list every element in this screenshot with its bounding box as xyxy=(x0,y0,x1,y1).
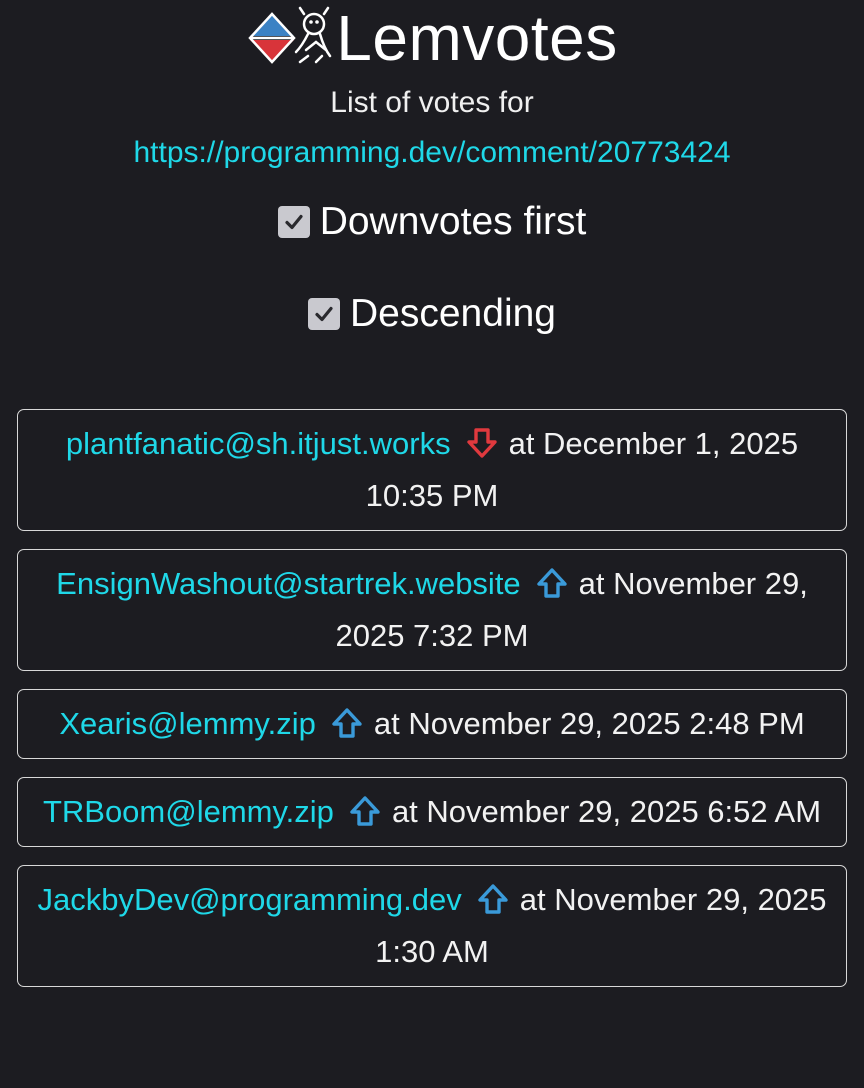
vote-timestamp: at November 29, 2025 2:48 PM xyxy=(373,706,805,741)
vote-item: plantfanatic@sh.itjust.works at December … xyxy=(17,409,847,531)
downvotes-first-label: Downvotes first xyxy=(319,200,587,243)
vote-user-link[interactable]: JackbyDev@programming.dev xyxy=(37,882,461,917)
descending-checkbox[interactable] xyxy=(308,298,341,330)
vote-user-link[interactable]: plantfanatic@sh.itjust.works xyxy=(66,426,451,461)
page-subtitle: List of votes for https://programming.de… xyxy=(110,78,754,178)
vote-list: plantfanatic@sh.itjust.works at December … xyxy=(17,409,847,1005)
upvote-arrow-icon xyxy=(332,708,362,738)
comment-link[interactable]: https://programming.dev/comment/20773424 xyxy=(134,136,731,169)
vote-item: Xearis@lemmy.zip at November 29, 2025 2:4… xyxy=(17,689,847,759)
vote-item: JackbyDev@programming.dev at November 29,… xyxy=(17,865,847,987)
vote-user-link[interactable]: Xearis@lemmy.zip xyxy=(59,706,316,741)
vote-user-link[interactable]: EnsignWashout@startrek.website xyxy=(56,566,521,601)
downvote-arrow-icon xyxy=(466,428,497,458)
vote-item: TRBoom@lemmy.zip at November 29, 2025 6:5… xyxy=(17,777,847,847)
vote-timestamp: at November 29, 2025 6:52 AM xyxy=(391,794,822,829)
upvote-arrow-icon xyxy=(536,568,567,598)
vote-item: EnsignWashout@startrek.website at Novembe… xyxy=(17,549,847,671)
subtitle-prefix: List of votes for xyxy=(330,86,534,119)
downvotes-first-option[interactable]: Downvotes first xyxy=(0,196,864,248)
vote-user-link[interactable]: TRBoom@lemmy.zip xyxy=(43,794,334,829)
lemvotes-logo-icon xyxy=(248,6,332,64)
descending-label: Descending xyxy=(350,292,556,335)
descending-option[interactable]: Descending xyxy=(0,288,864,340)
upvote-arrow-icon xyxy=(350,796,380,826)
upvote-arrow-icon xyxy=(478,884,508,914)
app-title: Lemvotes xyxy=(336,2,618,74)
app-header: Lemvotes xyxy=(0,0,864,76)
checkmark-icon xyxy=(285,214,303,230)
checkmark-icon xyxy=(315,306,333,322)
downvotes-first-checkbox[interactable] xyxy=(277,206,310,238)
